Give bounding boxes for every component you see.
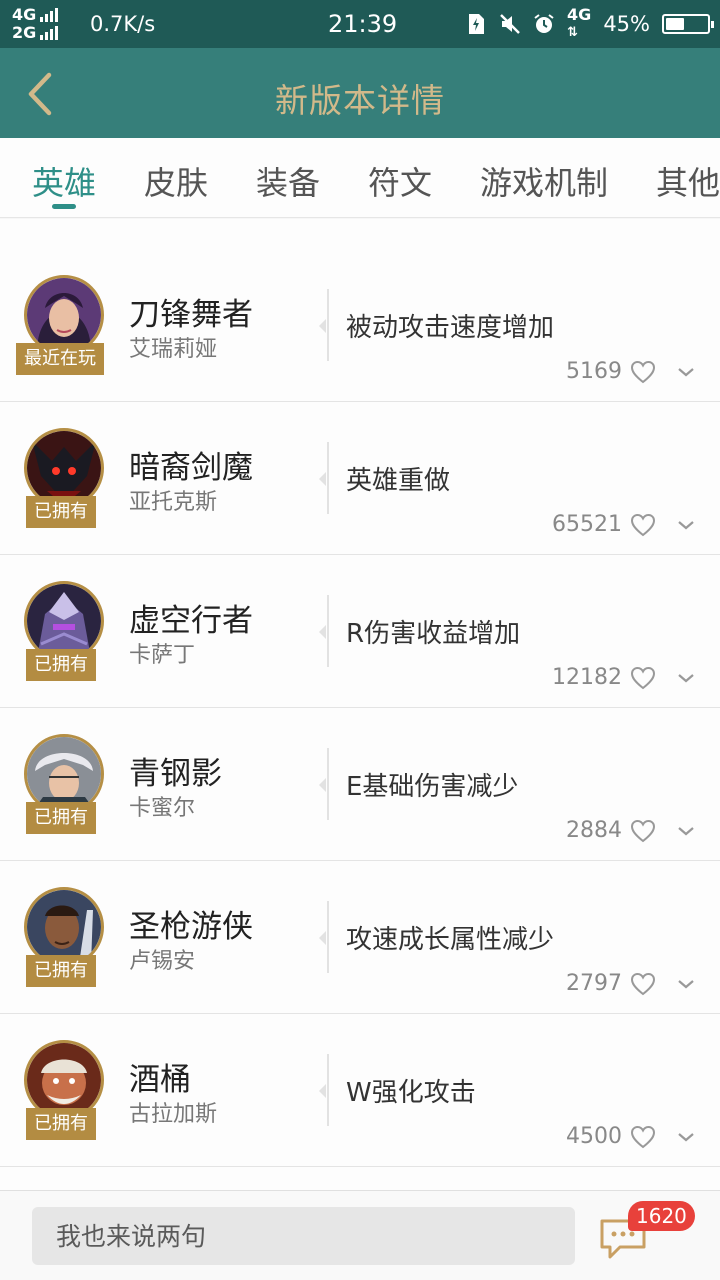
like-count: 4500 (566, 1124, 622, 1149)
hero-name: 暗裔剑魔 (129, 450, 253, 486)
divider (319, 442, 329, 514)
divider (319, 748, 329, 820)
status-icons: 4G ⇅ 45% (465, 5, 714, 41)
divider (319, 1054, 329, 1126)
change-summary: 英雄重做 (346, 466, 451, 496)
chevron-down-icon[interactable] (676, 1130, 696, 1144)
change-summary: 被动攻击速度增加 (346, 313, 555, 343)
change-summary: 攻速成长属性减少 (346, 925, 555, 955)
list-item[interactable]: 已拥有 青钢影 卡蜜尔 E基础伤害减少 2884 (0, 708, 720, 861)
status-bar: 4G 2G 0.7K/s 21:39 4G ⇅ 45% (0, 0, 720, 48)
list-item[interactable]: 已拥有 暗裔剑魔 亚托克斯 英雄重做 65521 (0, 402, 720, 555)
hero-title: 艾瑞莉娅 (129, 337, 218, 362)
message-count-badge: 1620 (628, 1201, 695, 1231)
mute-icon (499, 13, 521, 35)
tab-others[interactable]: 其他 (656, 158, 720, 204)
like-group: 12182 (552, 665, 696, 690)
like-count: 5169 (566, 359, 622, 384)
alarm-icon (533, 13, 555, 35)
title-bar: 新版本详情 (0, 48, 720, 138)
data-arrows-icon: ⇅ (567, 25, 578, 40)
heart-outline-icon[interactable] (630, 972, 656, 996)
chevron-down-icon[interactable] (676, 518, 696, 532)
battery-icon (662, 14, 714, 34)
hero-name: 虚空行者 (129, 603, 253, 639)
divider (319, 595, 329, 667)
page-title: 新版本详情 (275, 81, 445, 120)
like-group: 65521 (552, 512, 696, 537)
chevron-down-icon[interactable] (676, 365, 696, 379)
hero-title: 亚托克斯 (129, 490, 218, 515)
divider (319, 289, 329, 361)
heart-outline-icon[interactable] (630, 360, 656, 384)
tab-skins[interactable]: 皮肤 (144, 158, 208, 204)
hero-name: 青钢影 (129, 756, 222, 792)
signal-bars-icon (40, 26, 59, 40)
like-count: 65521 (552, 512, 622, 537)
sim-icon (465, 13, 487, 35)
change-summary: E基础伤害减少 (346, 772, 519, 802)
comment-bar: 1620 (0, 1190, 720, 1280)
heart-outline-icon[interactable] (630, 819, 656, 843)
status-badge: 最近在玩 (16, 343, 104, 375)
hero-title: 卢锡安 (129, 949, 196, 974)
heart-outline-icon[interactable] (630, 513, 656, 537)
hero-title: 卡萨丁 (129, 643, 196, 668)
like-count: 2884 (566, 818, 622, 843)
list-item[interactable]: 最近在玩 刀锋舞者 艾瑞莉娅 被动攻击速度增加 5169 (0, 249, 720, 402)
like-group: 4500 (566, 1124, 696, 1149)
chevron-down-icon[interactable] (676, 671, 696, 685)
network-indicator: 4G 2G (12, 5, 59, 42)
tab-bar: 英雄 皮肤 装备 符文 游戏机制 其他 (0, 138, 720, 218)
hero-name: 酒桶 (129, 1062, 191, 1098)
chevron-down-icon[interactable] (676, 824, 696, 838)
like-count: 2797 (566, 971, 622, 996)
heart-outline-icon[interactable] (630, 1125, 656, 1149)
hero-title: 古拉加斯 (129, 1102, 218, 1127)
tab-runes[interactable]: 符文 (368, 158, 432, 204)
chevron-down-icon[interactable] (676, 977, 696, 991)
status-badge: 已拥有 (26, 955, 96, 987)
heart-outline-icon[interactable] (630, 666, 656, 690)
network-type-1: 4G (12, 5, 37, 24)
status-badge: 已拥有 (26, 802, 96, 834)
data-indicator: 4G ⇅ (567, 5, 592, 41)
change-summary: W强化攻击 (346, 1078, 476, 1108)
like-count: 12182 (552, 665, 622, 690)
list-item[interactable]: 已拥有 圣枪游侠 卢锡安 攻速成长属性减少 2797 (0, 861, 720, 1014)
list-item[interactable]: 已拥有 虚空行者 卡萨丁 R伤害收益增加 12182 (0, 555, 720, 708)
tab-items[interactable]: 装备 (256, 158, 320, 204)
network-speed: 0.7K/s (90, 12, 156, 36)
comment-input[interactable] (32, 1207, 575, 1265)
change-summary: R伤害收益增加 (346, 619, 521, 649)
app-screen: 4G 2G 0.7K/s 21:39 4G ⇅ 45% 新版本详情 英雄 皮肤 … (0, 0, 720, 1280)
network-type-2: 2G (12, 23, 37, 42)
battery-fill (666, 18, 684, 30)
signal-bars-icon (40, 8, 59, 22)
clock: 21:39 (328, 10, 398, 38)
status-badge: 已拥有 (26, 649, 96, 681)
tab-mechanics[interactable]: 游戏机制 (480, 158, 608, 204)
divider (319, 901, 329, 973)
hero-name: 刀锋舞者 (129, 297, 253, 333)
status-badge: 已拥有 (26, 1108, 96, 1140)
like-group: 5169 (566, 359, 696, 384)
status-badge: 已拥有 (26, 496, 96, 528)
hero-title: 卡蜜尔 (129, 796, 196, 821)
like-group: 2797 (566, 971, 696, 996)
tab-heroes[interactable]: 英雄 (32, 158, 96, 204)
list-item[interactable]: 已拥有 酒桶 古拉加斯 W强化攻击 4500 (0, 1014, 720, 1167)
battery-percent: 45% (603, 12, 650, 36)
hero-name: 圣枪游侠 (129, 909, 253, 945)
like-group: 2884 (566, 818, 696, 843)
active-tab-indicator (52, 204, 76, 209)
hero-change-list[interactable]: 最近在玩 刀锋舞者 艾瑞莉娅 被动攻击速度增加 5169 已拥有 暗裔剑魔 亚托… (0, 219, 720, 1190)
